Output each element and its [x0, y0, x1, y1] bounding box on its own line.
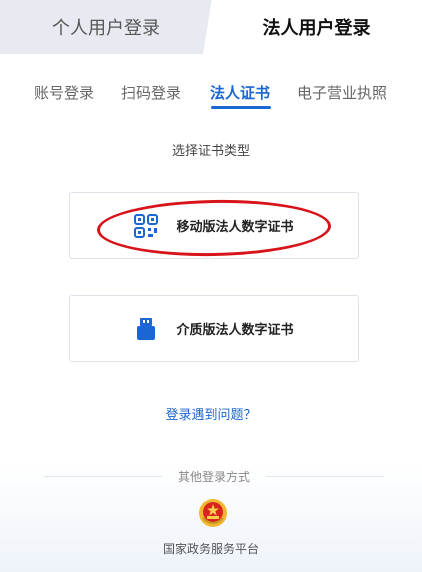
- tab-legal-login[interactable]: 法人用户登录: [203, 0, 422, 54]
- active-tab-indicator: [211, 106, 271, 109]
- certificate-type-heading: 选择证书类型: [171, 144, 250, 159]
- media-certificate-label: 介质版法人数字证书: [176, 323, 294, 338]
- login-help-link[interactable]: 登录遇到问题？: [0, 404, 422, 423]
- usb-key-icon: [134, 317, 158, 341]
- media-certificate-button[interactable]: 介质版法人数字证书: [69, 295, 359, 362]
- national-platform-label[interactable]: 国家政务服务平台: [0, 540, 422, 557]
- tab-qr-login[interactable]: 扫码登录: [121, 82, 181, 103]
- login-type-tabs: 个人用户登录 法人用户登录: [0, 0, 422, 54]
- tab-legal-login-label: 法人用户登录: [262, 18, 371, 39]
- login-method-tabs: 账号登录 扫码登录 法人证书 电子营业执照: [0, 82, 422, 110]
- tab-personal-login-label: 个人用户登录: [52, 18, 160, 39]
- divider-line-right: [266, 476, 384, 477]
- tab-legal-certificate[interactable]: 法人证书: [210, 82, 270, 103]
- other-login-divider: 其他登录方式: [44, 468, 384, 484]
- tab-personal-login[interactable]: 个人用户登录: [0, 0, 212, 54]
- tab-electronic-license[interactable]: 电子营业执照: [297, 82, 387, 103]
- national-emblem-icon[interactable]: [198, 498, 228, 528]
- tab-account-login[interactable]: 账号登录: [34, 82, 94, 103]
